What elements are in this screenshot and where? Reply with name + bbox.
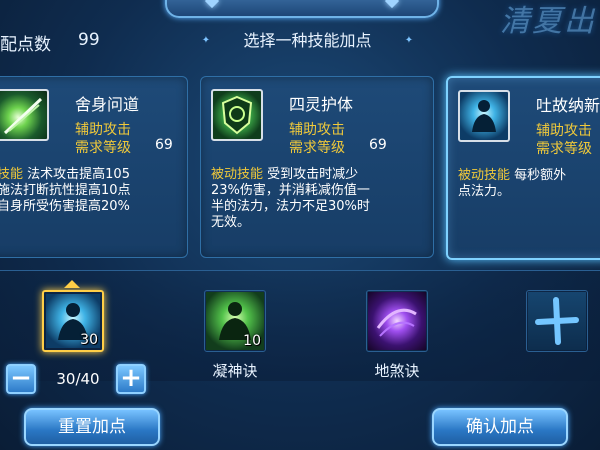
card-req-value: 69 [369, 137, 387, 153]
skill-count: 30 [80, 332, 98, 348]
points-value: 99 [78, 30, 100, 50]
points-label: 配点数 [0, 35, 51, 55]
card-desc-keyword: 被动技能 [211, 167, 264, 182]
skill-slot-1[interactable]: 30 [42, 290, 104, 352]
gem-ornament-icon [384, 0, 400, 9]
skill-slot-3[interactable] [366, 290, 428, 352]
card-req-label: 需求等级 [289, 140, 345, 156]
card-req-label: 需求等级 [536, 141, 592, 157]
prompt-text: 选择一种技能加点 [243, 31, 372, 50]
card-name: 四灵护体 [289, 95, 354, 114]
confirm-points-button[interactable]: 确认加点 [432, 408, 568, 446]
gem-ornament-icon [204, 0, 220, 9]
card-name: 吐故纳新 [536, 96, 600, 115]
meditation-icon [458, 90, 510, 142]
card-name: 舍身问道 [75, 95, 140, 114]
card-description: 技能 法术攻击提高105 施法打断抗性提高10点 自身所受伤害提高20% [0, 167, 179, 215]
card-desc-keyword: 被动技能 [458, 168, 511, 183]
ornament-right-icon: ✦ [404, 35, 414, 46]
card-type: 辅助攻击 [289, 122, 345, 138]
skill-count: 10 [243, 333, 261, 349]
skill-card-tugu[interactable]: 吐故纳新 辅助攻击 需求等级 被动技能 每秒额外 点法力。 [446, 76, 600, 260]
brand-logo: 清夏出 [500, 4, 596, 39]
increase-button[interactable]: + [116, 364, 146, 394]
card-description: 被动技能 受到攻击时减少 23%伤害，并消耗减伤值一 半的法力，法力不足30%时… [211, 167, 425, 231]
skill-label: 凝神诀 [212, 362, 258, 380]
card-description: 被动技能 每秒额外 点法力。 [458, 168, 600, 200]
title-tab [165, 0, 439, 18]
sword-strike-icon [0, 89, 49, 141]
allocation-ratio: 30/40 [56, 370, 100, 388]
reset-points-button[interactable]: 重置加点 [24, 408, 160, 446]
card-req-value: 69 [155, 137, 173, 153]
select-skill-prompt: ✦ 选择一种技能加点 ✦ [200, 28, 415, 54]
skill-card-sheshen[interactable]: 舍身问道 辅助攻击 需求等级 69 技能 法术攻击提高105 施法打断抗性提高1… [0, 76, 188, 258]
skill-slot-4[interactable] [526, 290, 588, 352]
skill-slot-2[interactable]: 10 [204, 290, 266, 352]
card-desc-keyword: 技能 [0, 167, 24, 182]
card-type: 辅助攻击 [75, 122, 131, 138]
card-type: 辅助攻击 [536, 123, 592, 139]
purple-vortex-icon [368, 292, 426, 350]
skill-card-siling[interactable]: 四灵护体 辅助攻击 需求等级 69 被动技能 受到攻击时减少 23%伤害，并消耗… [200, 76, 434, 258]
ornament-left-icon: ✦ [201, 35, 211, 46]
decrease-button[interactable]: − [6, 364, 36, 394]
skill-label: 地煞诀 [374, 362, 420, 380]
shield-rune-icon [211, 89, 263, 141]
top-banner: 清夏出 [0, 0, 600, 39]
card-req-label: 需求等级 [75, 140, 131, 156]
cross-blade-icon [528, 292, 586, 350]
selected-indicator-icon [64, 280, 80, 288]
